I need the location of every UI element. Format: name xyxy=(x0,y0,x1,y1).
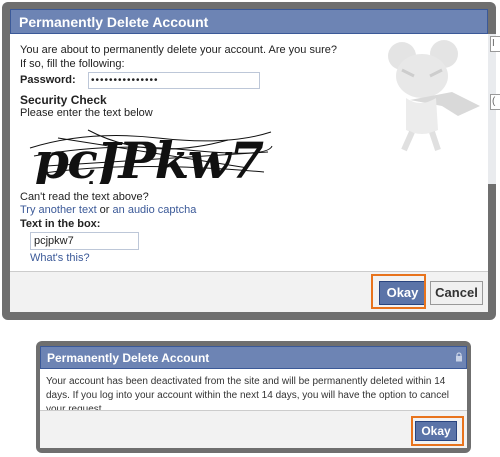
background-box: I xyxy=(490,36,500,52)
confirmation-dialog-body: Your account has been deactivated from t… xyxy=(40,369,467,410)
mouse-mascot-image xyxy=(388,40,480,152)
password-label: Password: xyxy=(20,74,76,86)
confirmation-dialog-footer: Okay xyxy=(40,410,467,448)
lock-icon xyxy=(456,352,462,362)
captcha-image: pcJPkw7 xyxy=(29,129,273,184)
security-instruction: Please enter the text below xyxy=(20,107,153,119)
okay-button-highlight xyxy=(371,274,426,309)
dialog-title: Permanently Delete Account xyxy=(10,9,488,34)
intro-text-line1: You are about to permanently delete your… xyxy=(20,44,337,56)
intro-text-line2: If so, fill the following: xyxy=(20,58,125,70)
text-in-box-label: Text in the box: xyxy=(20,218,101,230)
deactivation-message: Your account has been deactivated from t… xyxy=(46,376,450,410)
captcha-text: pcJPkw7 xyxy=(34,131,264,184)
dialog-body: You are about to permanently delete your… xyxy=(10,34,488,271)
audio-captcha-link[interactable]: an audio captcha xyxy=(113,204,197,216)
try-another-text-link[interactable]: Try another text xyxy=(20,204,97,216)
cancel-button[interactable]: Cancel xyxy=(430,281,483,305)
background-page-edge: I ( xyxy=(488,34,500,184)
security-check-heading: Security Check xyxy=(20,93,107,107)
cant-read-text: Can't read the text above? xyxy=(20,191,149,203)
captcha-response-input[interactable]: pcjpkw7 xyxy=(30,232,139,250)
confirmation-okay-highlight xyxy=(411,416,464,446)
confirmation-dialog-title: Permanently Delete Account xyxy=(40,346,467,369)
background-box: ( xyxy=(490,94,500,110)
whats-this-link[interactable]: What's this? xyxy=(30,252,90,264)
password-input[interactable]: ••••••••••••••• xyxy=(88,72,260,89)
captcha-alternatives: Try another text or an audio captcha xyxy=(20,204,196,216)
or-text: or xyxy=(96,204,113,216)
